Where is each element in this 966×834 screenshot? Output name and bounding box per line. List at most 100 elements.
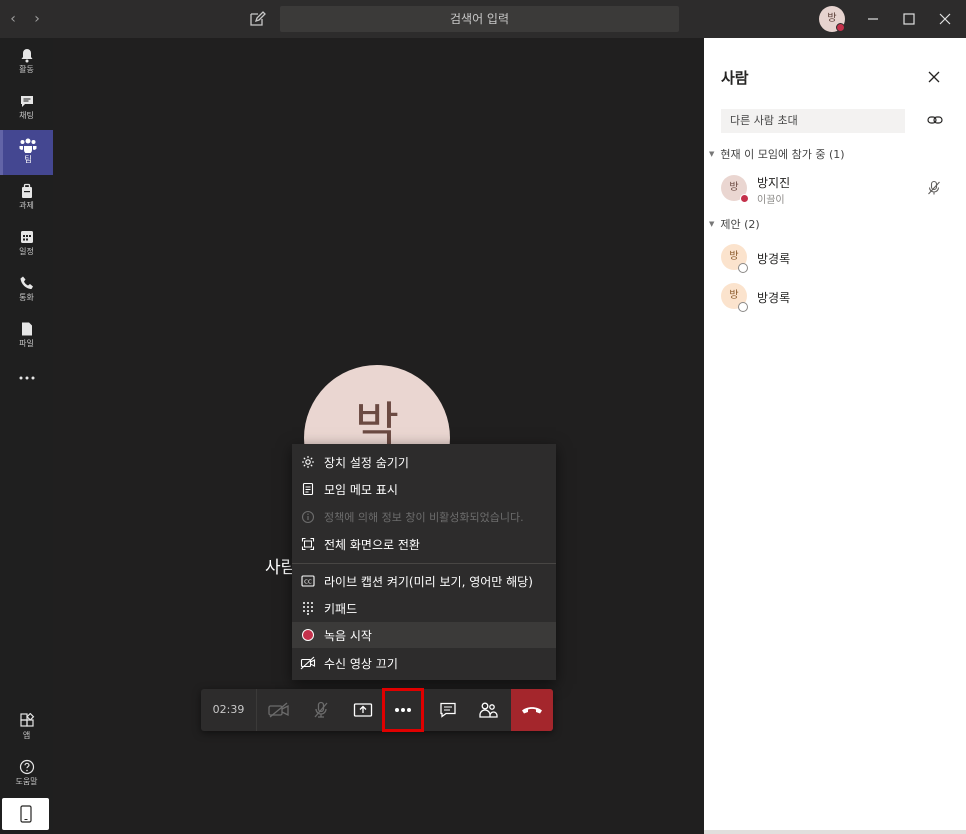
participant-initial: 방: [729, 182, 739, 193]
participant-role: 이끌이: [757, 195, 785, 206]
back-arrow-icon[interactable]: ‹: [6, 11, 20, 27]
forward-arrow-icon[interactable]: ›: [30, 11, 44, 27]
camera-off-icon: [268, 702, 289, 718]
help-icon: [19, 759, 34, 775]
people-panel: 사람 다른 사람 초대 ▼ 현재 이 모임에 참가 중 (1) 방 방지진 이끌…: [704, 38, 966, 834]
menu-item-show-meeting-notes[interactable]: 모임 메모 표시: [292, 476, 556, 502]
menu-item-start-recording[interactable]: 녹음 시작: [292, 622, 556, 648]
fullscreen-icon: [301, 537, 315, 551]
menu-item-live-captions[interactable]: CC 라이브 캡션 켜기(미리 보기, 영어만 해당): [292, 568, 556, 594]
participants-icon: [479, 702, 498, 718]
rail-item-apps[interactable]: 앱: [0, 706, 53, 751]
mobile-device-icon: [19, 805, 32, 823]
rail-item-teams[interactable]: 팀: [0, 130, 53, 175]
show-participants-button[interactable]: [467, 689, 509, 731]
hang-up-button[interactable]: [511, 689, 553, 731]
share-tray-icon: [353, 703, 373, 717]
assignments-icon: [21, 183, 32, 198]
title-bar: ‹ › 검색어 입력 방: [0, 0, 966, 38]
rail-item-calendar[interactable]: 일정: [0, 222, 53, 267]
suggested-initial: 방: [729, 290, 739, 301]
info-icon: [301, 510, 315, 524]
section-suggested[interactable]: ▼ 제안 (2): [709, 216, 760, 232]
hang-up-phone-icon: [522, 707, 542, 714]
maximize-icon[interactable]: [900, 10, 918, 28]
more-icon: [19, 376, 34, 380]
record-icon: [302, 629, 314, 641]
busy-status-icon: [740, 194, 749, 203]
mic-muted-icon[interactable]: [926, 180, 942, 196]
share-screen-button[interactable]: [342, 689, 384, 731]
rail-label: 팀: [24, 155, 32, 164]
compose-icon[interactable]: [248, 10, 266, 28]
device-button[interactable]: [2, 798, 49, 830]
chat-bubble-icon: [440, 702, 456, 718]
rail-item-more[interactable]: [0, 360, 53, 405]
menu-item-hide-device-settings[interactable]: 장치 설정 숨기기: [292, 449, 556, 475]
menu-divider: [292, 563, 556, 564]
menu-item-keypad[interactable]: 키패드: [292, 595, 556, 621]
section-label: 제안 (2): [720, 218, 760, 231]
user-avatar-initial: 방: [827, 13, 837, 24]
app-rail: 활동 채팅 팀 과제 일정 통화 파일 앱 도움말: [0, 38, 53, 834]
suggested-initial: 방: [729, 251, 739, 262]
close-window-icon[interactable]: [936, 10, 954, 28]
section-label: 현재 이 모임에 참가 중 (1): [720, 148, 845, 161]
panel-bottom-border: [704, 830, 966, 834]
rail-label: 도움말: [15, 777, 38, 786]
section-current-participants[interactable]: ▼ 현재 이 모임에 참가 중 (1): [709, 146, 845, 162]
rail-item-calls[interactable]: 통화: [0, 268, 53, 313]
bell-icon: [21, 49, 32, 63]
participant-name: 방지진: [757, 176, 791, 190]
minimize-icon[interactable]: [864, 10, 882, 28]
rail-item-chat[interactable]: 채팅: [0, 86, 53, 131]
search-input[interactable]: 검색어 입력: [280, 6, 679, 32]
file-icon: [21, 322, 32, 336]
menu-item-label: 수신 영상 끄기: [324, 656, 398, 671]
suggested-name[interactable]: 방경록: [757, 250, 790, 267]
gear-icon: [302, 456, 314, 468]
menu-item-turn-off-incoming-video[interactable]: 수신 영상 끄기: [292, 650, 556, 676]
more-horizontal-icon: [395, 708, 411, 712]
call-controls-bar: 02:39: [201, 688, 553, 732]
caret-down-icon: ▼: [709, 150, 715, 158]
show-conversation-button[interactable]: [427, 689, 469, 731]
menu-item-label: 정책에 의해 정보 창이 비활성화되었습니다.: [324, 511, 524, 524]
notes-icon: [302, 482, 314, 496]
rail-item-help[interactable]: 도움말: [0, 752, 53, 797]
suggested-name[interactable]: 방경록: [757, 289, 790, 306]
menu-item-label: 키패드: [324, 601, 358, 616]
unknown-status-icon: [738, 302, 748, 312]
mic-toggle-button[interactable]: [300, 689, 342, 731]
mic-off-icon: [314, 701, 328, 718]
busy-status-icon: [836, 23, 845, 32]
invite-input[interactable]: 다른 사람 초대: [721, 109, 905, 133]
captions-icon: CC: [301, 575, 315, 587]
menu-item-label: 라이브 캡션 켜기(미리 보기, 영어만 해당): [324, 574, 533, 589]
rail-item-files[interactable]: 파일: [0, 314, 53, 359]
panel-title: 사람: [721, 69, 749, 87]
video-off-icon: [300, 656, 316, 670]
call-timer: 02:39: [201, 689, 257, 731]
keypad-icon: [303, 602, 313, 615]
rail-label: 파일: [19, 339, 34, 348]
menu-item-label: 전체 화면으로 전환: [324, 537, 420, 552]
copy-link-icon[interactable]: [927, 113, 943, 127]
rail-label: 앱: [22, 731, 31, 740]
rail-label: 활동: [19, 65, 34, 74]
phone-icon: [20, 276, 33, 289]
more-actions-button[interactable]: [382, 688, 424, 732]
camera-toggle-button[interactable]: [258, 689, 300, 731]
teams-icon: [19, 138, 37, 153]
menu-item-label: 모임 메모 표시: [324, 482, 398, 497]
user-avatar[interactable]: 방: [819, 6, 845, 32]
rail-label: 일정: [19, 247, 34, 256]
rail-item-activity[interactable]: 활동: [0, 40, 53, 85]
menu-item-fullscreen[interactable]: 전체 화면으로 전환: [292, 531, 556, 557]
rail-label: 과제: [19, 201, 34, 210]
unknown-status-icon: [738, 263, 748, 273]
more-options-menu: 장치 설정 숨기기 모임 메모 표시 정책에 의해 정보 창이 비활성화되었습니…: [292, 444, 556, 680]
rail-label: 통화: [19, 293, 34, 302]
rail-item-assignments[interactable]: 과제: [0, 176, 53, 221]
close-panel-icon[interactable]: [927, 70, 941, 84]
